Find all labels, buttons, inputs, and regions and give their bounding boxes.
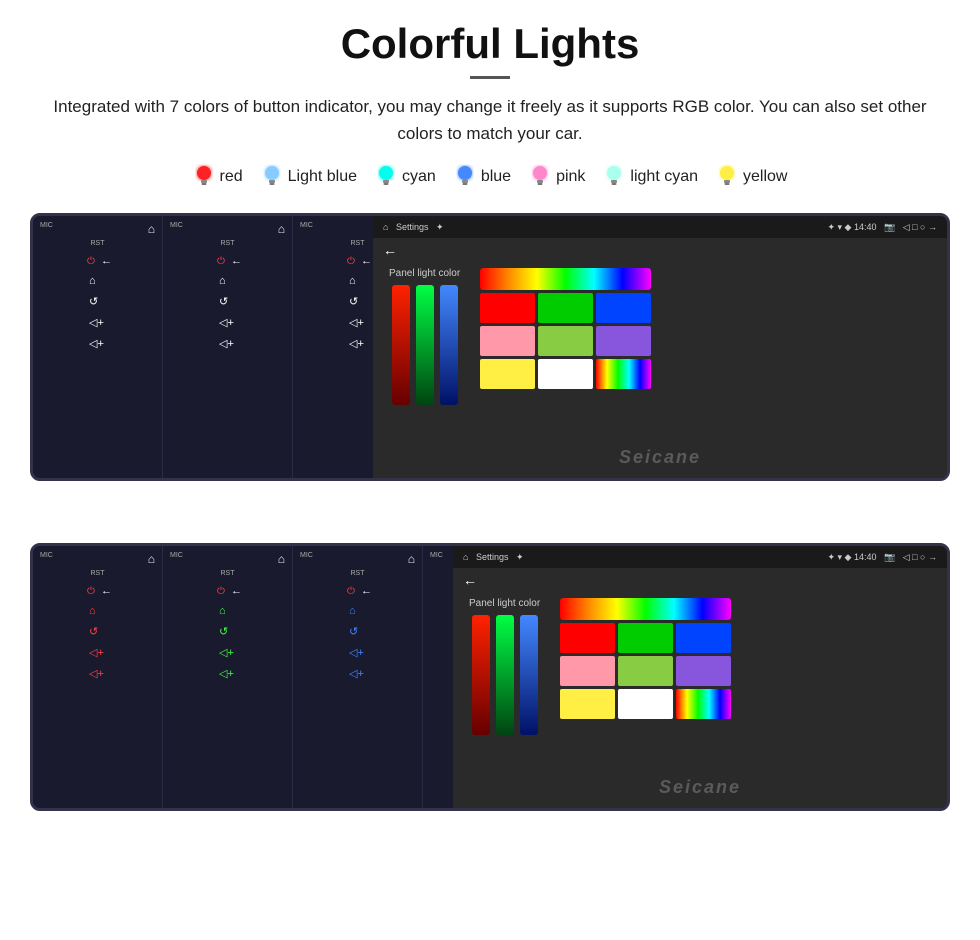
vol-up-3: ◁+ [349, 337, 364, 350]
watermark-top: Seicane [619, 447, 701, 468]
mic-label-3: MIC [300, 222, 313, 236]
rainbow-bar-top [480, 268, 651, 290]
grid-blue-top [596, 293, 651, 323]
grid-yellow-b [560, 689, 615, 719]
color-item-lightcyan: light cyan [603, 163, 698, 191]
yellow-label: yellow [743, 168, 787, 186]
house-small-3: ⌂ [349, 275, 356, 287]
house-small-2: ⌂ [219, 275, 226, 287]
bar-red-bottom [472, 615, 490, 735]
main-screen-bottom: ⌂ Settings ✦ ✦ ▾ ◆ 14:40 📷 ◁ □ ○ → ← Pan… [453, 546, 947, 808]
back-icon-1: ↺ [89, 295, 98, 308]
blue-bulb-icon [454, 163, 476, 191]
grid-white-top [538, 359, 593, 389]
power-icon-1: ⏻ [87, 256, 95, 267]
vol-down-3: ◁+ [349, 316, 364, 329]
grid-purple-b [676, 656, 731, 686]
color-item-red: red [193, 163, 243, 191]
back-icon-3: ↺ [349, 295, 358, 308]
bar-green-top [416, 285, 434, 405]
watermark-bottom: Seicane [659, 777, 741, 798]
grid-pink-top [480, 326, 535, 356]
power-icon-2: ⏻ [217, 256, 225, 267]
bar-blue-top [440, 285, 458, 405]
colors-row: red Light blue cyan [30, 163, 950, 191]
grid-white-b [618, 689, 673, 719]
inner-panel-2: MIC ⌂ RST ⏻ ← ⌂ ↺ ◁+ ◁+ [163, 216, 293, 478]
pink-label: pink [556, 168, 585, 186]
main-screen-top: ⌂ Settings ✦ ✦ ▾ ◆ 14:40 📷 ◁ □ ○ → ← Pan… [373, 216, 947, 478]
lightcyan-label: light cyan [630, 168, 698, 186]
grid-red-top [480, 293, 535, 323]
status-icons-top: ✦ ▾ ◆ 14:40 📷 ◁ □ ○ → [827, 222, 937, 233]
grid-rainbow-top [596, 359, 651, 389]
grid-lime-b [618, 656, 673, 686]
grid-red-b [560, 623, 615, 653]
status-left-top: ⌂ Settings ✦ [383, 222, 444, 233]
bar-blue-bottom [520, 615, 538, 735]
inner-panel-b: MIC ⌂ RST ⏻ ← ⌂ ↺ ◁+ ◁+ [163, 546, 293, 808]
device-front-top: MIC ⌂ RST ⏻ ← ⌂ ↺ ◁+ ◁+ [30, 213, 950, 481]
top-device-group: MIC ⌂ RST ⏻ ← ⌂ ↺ ◁+ ◁+ [30, 213, 950, 508]
subtitle-text: Integrated with 7 colors of button indic… [40, 93, 940, 147]
device-front-bottom: MIC ⌂ RST ⏻ ← ⌂ ↺ ◁+ ◁+ [30, 543, 950, 811]
home-icon-1: ⌂ [148, 222, 155, 236]
lightblue-label: Light blue [288, 168, 357, 186]
vol-up-2: ◁+ [219, 337, 234, 350]
inner-panel-1: MIC ⌂ RST ⏻ ← ⌂ ↺ ◁+ ◁+ [33, 216, 163, 478]
vol-down-1: ◁+ [89, 316, 104, 329]
arrow-icon-1: ← [101, 255, 112, 267]
rst-label-1: RST [91, 240, 105, 247]
color-item-lightblue: Light blue [261, 163, 357, 191]
inner-panel-c: MIC ⌂ RST ⏻ ← ⌂ ↺ ◁+ ◁+ [293, 546, 423, 808]
grid-green-b [618, 623, 673, 653]
rst-label-3: RST [351, 240, 365, 247]
color-item-blue: blue [454, 163, 511, 191]
arrow-icon-3: ← [361, 255, 372, 267]
bar-red-top [392, 285, 410, 405]
grid-pink-b [560, 656, 615, 686]
panel-light-label-top: Panel light color [389, 268, 460, 279]
back-arrow-top[interactable]: ← [373, 238, 947, 262]
pink-bulb-icon [529, 163, 551, 191]
back-icon-2: ↺ [219, 295, 228, 308]
mic-label-1: MIC [40, 222, 53, 236]
title-divider [470, 76, 510, 79]
rainbow-bar-bottom [560, 598, 731, 620]
vol-down-2: ◁+ [219, 316, 234, 329]
color-item-yellow: yellow [716, 163, 787, 191]
status-left-bottom: ⌂ Settings ✦ [463, 552, 524, 563]
lightcyan-bulb-icon [603, 163, 625, 191]
color-item-pink: pink [529, 163, 585, 191]
yellow-bulb-icon [716, 163, 738, 191]
arrow-icon-2: ← [231, 255, 242, 267]
status-icons-bottom: ✦ ▾ ◆ 14:40 📷 ◁ □ ○ → [827, 552, 937, 563]
grid-lime-top [538, 326, 593, 356]
lightblue-bulb-icon [261, 163, 283, 191]
blue-label: blue [481, 168, 511, 186]
power-icon-3: ⏻ [347, 256, 355, 267]
grid-purple-top [596, 326, 651, 356]
home-icon-2: ⌂ [278, 222, 285, 236]
color-item-cyan: cyan [375, 163, 436, 191]
bottom-device-group: MIC ⌂ RST ⏻ ← ⌂ ↺ ◁+ ◁+ [30, 543, 950, 838]
vol-up-1: ◁+ [89, 337, 104, 350]
red-bulb-icon [193, 163, 215, 191]
cyan-label: cyan [402, 168, 436, 186]
rst-label-2: RST [221, 240, 235, 247]
cyan-bulb-icon [375, 163, 397, 191]
inner-panel-a: MIC ⌂ RST ⏻ ← ⌂ ↺ ◁+ ◁+ [33, 546, 163, 808]
back-arrow-bottom[interactable]: ← [453, 568, 947, 592]
title-section: Colorful Lights Integrated with 7 colors… [30, 20, 950, 147]
grid-blue-b [676, 623, 731, 653]
grid-yellow-top [480, 359, 535, 389]
grid-green-top [538, 293, 593, 323]
bar-green-bottom [496, 615, 514, 735]
red-label: red [220, 168, 243, 186]
house-small-1: ⌂ [89, 275, 96, 287]
panel-light-label-bottom: Panel light color [469, 598, 540, 609]
page-title: Colorful Lights [30, 20, 950, 68]
grid-rainbow-b [676, 689, 731, 719]
mic-label-2: MIC [170, 222, 183, 236]
